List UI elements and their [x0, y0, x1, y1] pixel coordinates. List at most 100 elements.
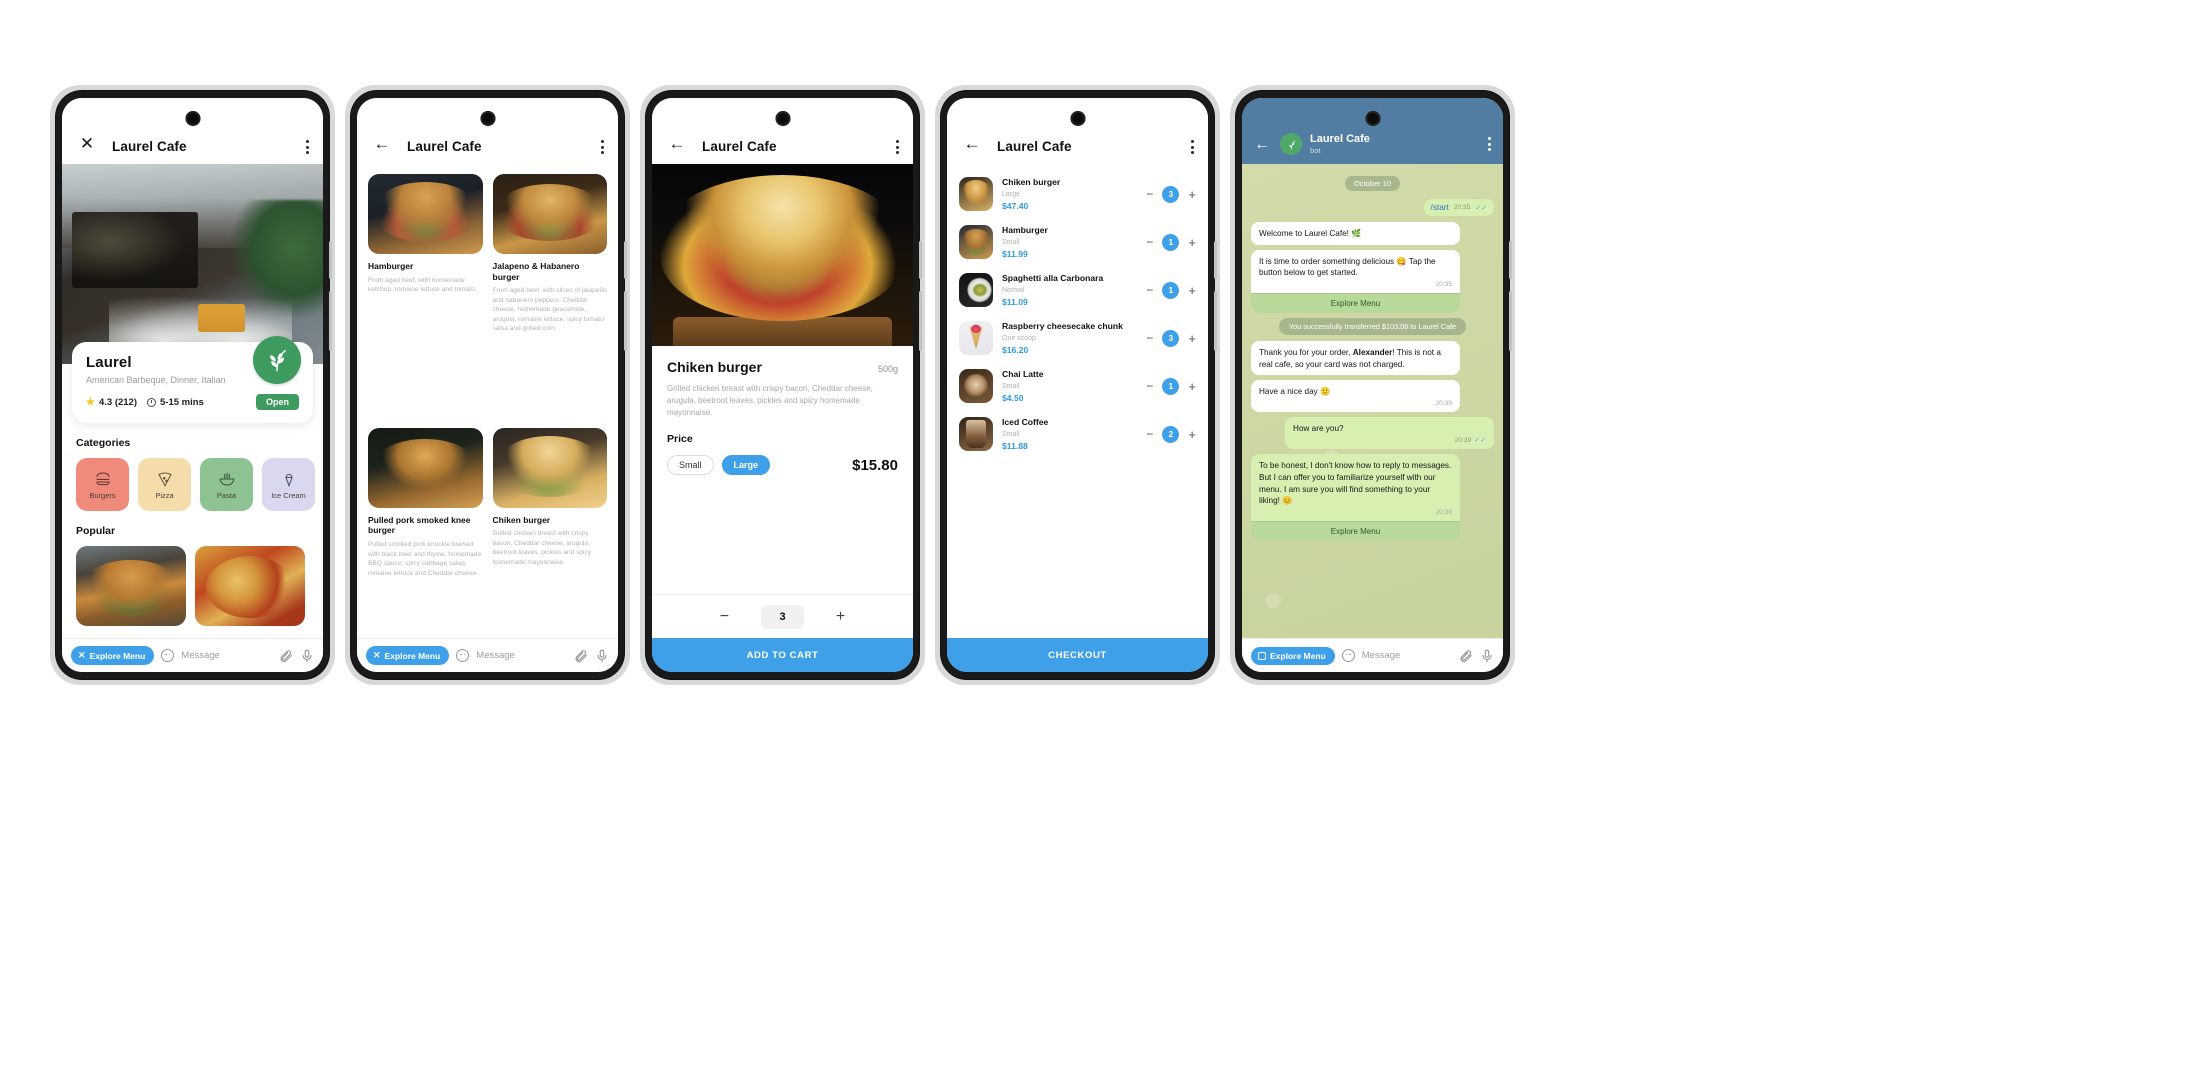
avatar[interactable] [1280, 133, 1302, 155]
cart-row[interactable]: Chai Latte Small $4.50 − 1 + [959, 362, 1196, 410]
cart-item-price: $11.99 [1002, 248, 1028, 259]
more-vertical-icon[interactable] [306, 140, 309, 154]
checkout-button[interactable]: CHECKOUT [947, 638, 1208, 672]
more-vertical-icon[interactable] [896, 140, 899, 154]
menu-item-card[interactable]: Hamburger From aged beef, with homemade … [368, 174, 483, 418]
explore-menu-inline-button[interactable]: Explore Menu [1251, 292, 1460, 313]
message-bubble-incoming: Welcome to Laurel Cafe! 🌿 [1251, 222, 1460, 245]
back-arrow-icon[interactable]: ← [1254, 137, 1270, 153]
power-button[interactable] [919, 241, 922, 279]
menu-item-card[interactable]: Jalapeno & Habanero burger From aged bee… [492, 174, 607, 418]
categories-row[interactable]: Burgers Pizza Pasta Ice Cream [62, 458, 323, 511]
popular-item-pizza-photo[interactable] [195, 546, 305, 626]
volume-button[interactable] [329, 291, 332, 351]
power-button[interactable] [1214, 241, 1217, 279]
decrease-button[interactable]: − [1146, 428, 1153, 440]
explore-menu-button[interactable]: Explore Menu [1251, 646, 1335, 665]
emoji-icon[interactable] [161, 649, 175, 662]
category-ice-cream[interactable]: Ice Cream [262, 458, 315, 511]
increase-button[interactable]: + [1188, 188, 1196, 201]
attachment-icon[interactable] [279, 649, 293, 663]
message-bubble-incoming: To be honest, I don't know how to reply … [1251, 454, 1460, 542]
cart-row[interactable]: Hamburger Small $11.99 − 1 + [959, 218, 1196, 266]
popular-row[interactable] [62, 546, 323, 626]
cart-item-price: $47.40 [1002, 200, 1029, 211]
emoji-icon[interactable] [456, 649, 470, 662]
item-quantity: 1 [1162, 281, 1180, 299]
explore-menu-button[interactable]: ✕ Explore Menu [71, 646, 155, 665]
power-button[interactable] [329, 241, 332, 279]
close-icon[interactable]: ✕ [76, 132, 98, 154]
decrease-button[interactable]: − [1146, 188, 1153, 200]
attachment-icon[interactable] [1459, 649, 1473, 663]
decrease-button[interactable]: − [1146, 236, 1153, 248]
emoji-icon[interactable] [1341, 649, 1355, 662]
message-input[interactable]: Message [1362, 650, 1452, 661]
volume-button[interactable] [919, 291, 922, 351]
cart-list: Chiken burger Large $47.40 − 3 + Hamburg… [947, 164, 1208, 458]
cart-row[interactable]: Chiken burger Large $47.40 − 3 + [959, 170, 1196, 218]
microphone-icon[interactable] [595, 649, 609, 663]
increase-button[interactable]: + [1188, 332, 1196, 345]
menu-item-card[interactable]: Chiken burger Grilled chicken breast wit… [492, 427, 607, 662]
microphone-icon[interactable] [1480, 649, 1494, 663]
category-pasta[interactable]: Pasta [200, 458, 253, 511]
message-bubble-incoming: It is time to order something delicious … [1251, 249, 1460, 313]
cart-item-info: Hamburger Small $11.99 [1002, 225, 1137, 258]
message-text: Thank you for your order, Alexander! Thi… [1259, 347, 1441, 369]
back-arrow-icon[interactable]: ← [961, 132, 983, 154]
message-input[interactable]: Message [476, 650, 567, 661]
volume-button[interactable] [1214, 291, 1217, 351]
message-input[interactable]: Message [181, 650, 272, 661]
menu-item-card[interactable]: Pulled pork smoked knee burger Pulled sm… [368, 427, 483, 662]
restaurant-content: Laurel American Barbeque, Dinner, Italia… [62, 164, 323, 672]
cart-item-photo [959, 273, 993, 307]
cart-row[interactable]: Iced Coffee Small $11.88 − 2 + [959, 410, 1196, 458]
category-pizza[interactable]: Pizza [138, 458, 191, 511]
decrease-button[interactable]: − [1146, 332, 1153, 344]
menu-item-name: Jalapeno & Habanero burger [492, 261, 580, 282]
product-info: Chiken burger 500g Grilled chicken breas… [652, 346, 913, 475]
decrease-button[interactable]: − [1146, 380, 1153, 392]
explore-menu-button[interactable]: ✕ Explore Menu [366, 646, 450, 665]
back-arrow-icon[interactable]: ← [371, 132, 393, 154]
cart-row[interactable]: Raspberry cheesecake chunk One scoop $16… [959, 314, 1196, 362]
item-quantity: 2 [1162, 425, 1180, 443]
cart-item-stepper: − 1 + [1146, 233, 1196, 251]
increase-button[interactable]: + [1188, 428, 1196, 441]
popular-item-burger-photo[interactable] [76, 546, 186, 626]
size-option-large[interactable]: Large [721, 455, 771, 475]
increase-button[interactable]: + [1188, 284, 1196, 297]
increase-button[interactable]: + [1188, 380, 1196, 393]
cart-item-name: Spaghetti alla Carbonara [1002, 273, 1104, 284]
power-button[interactable] [624, 241, 627, 279]
add-to-cart-button[interactable]: ADD TO CART [652, 638, 913, 672]
category-label: Ice Cream [271, 490, 306, 500]
increase-button[interactable]: + [1188, 236, 1196, 249]
product-weight: 500g [877, 364, 898, 374]
more-vertical-icon[interactable] [1488, 137, 1491, 151]
attachment-icon[interactable] [574, 649, 588, 663]
volume-button[interactable] [624, 291, 627, 351]
size-selector[interactable]: Small Large $15.80 [667, 455, 898, 475]
burger-icon [95, 471, 110, 485]
decrease-button[interactable]: − [1146, 284, 1153, 296]
size-option-small[interactable]: Small [667, 455, 714, 475]
back-arrow-icon[interactable]: ← [666, 132, 688, 154]
volume-button[interactable] [1509, 291, 1512, 351]
quantity-increase-button[interactable]: + [832, 608, 850, 625]
more-vertical-icon[interactable] [601, 140, 604, 154]
microphone-icon[interactable] [300, 649, 314, 663]
more-vertical-icon[interactable] [1191, 140, 1194, 154]
quantity-decrease-button[interactable]: − [715, 608, 733, 625]
power-button[interactable] [1509, 241, 1512, 279]
page-title: Laurel Cafe [407, 139, 482, 154]
menu-item-name: Chiken burger [492, 514, 551, 525]
cart-row[interactable]: Spaghetti alla Carbonara Normal $11.09 −… [959, 266, 1196, 314]
phone-body: ← Laurel Cafe Chiken burger Large $47.40 [941, 91, 1217, 679]
phone-1-restaurant-page: ✕ Laurel Cafe Laurel American Barbeque, … [50, 85, 335, 685]
message-command[interactable]: /start 20:35 ✓✓ [1423, 199, 1494, 216]
phone-screen: ← Laurel Cafe Chiken burger 500g Grilled… [652, 98, 913, 672]
category-burgers[interactable]: Burgers [76, 458, 129, 511]
explore-menu-inline-button[interactable]: Explore Menu [1251, 521, 1460, 542]
